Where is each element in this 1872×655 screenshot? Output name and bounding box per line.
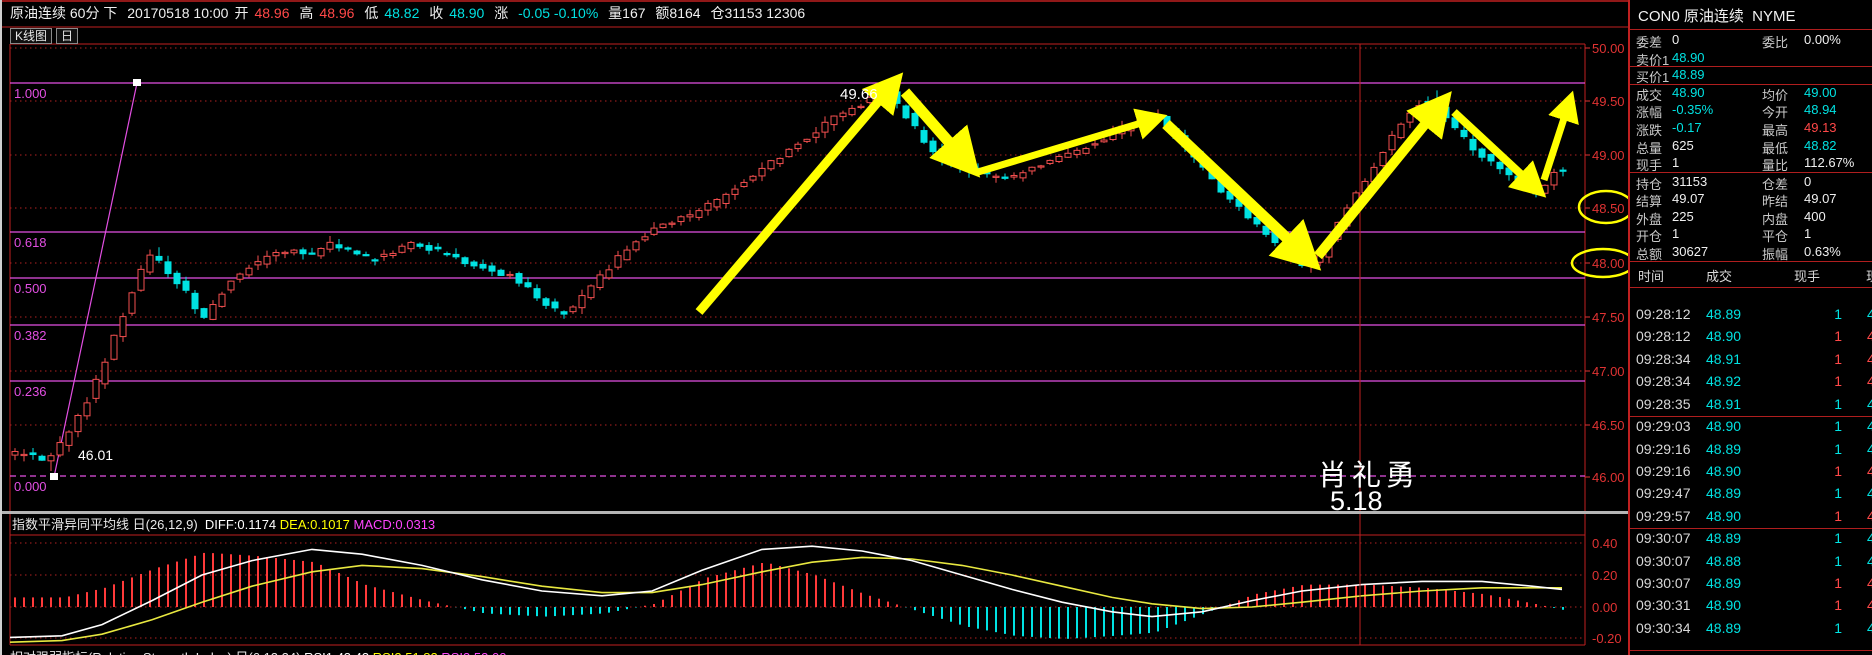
ts-row: 09:29:1648.9014: [1636, 463, 1872, 479]
ohlc-segment: 额8164: [655, 5, 705, 21]
chart-tab-row: K线图 日: [10, 28, 79, 44]
ohlc-segment: 20170518 10:00: [127, 5, 229, 21]
svg-text:47.50: 47.50: [1592, 310, 1625, 325]
svg-text:0.500: 0.500: [14, 281, 47, 296]
svg-text:50.00: 50.00: [1592, 41, 1625, 56]
quote-row: 现手 1 量比 112.67%: [1636, 155, 1855, 173]
svg-text:0.000: 0.000: [14, 479, 47, 494]
trading-terminal-window: 50.00 49.50 49.00 48.50 48.00 47.50 47.00 46.50…: [0, 0, 1872, 655]
quote-row: 卖价1 48.90: [1636, 50, 1705, 68]
panel-divider: [1630, 84, 1872, 85]
swing-low-label: 46.01: [78, 447, 114, 463]
ts-row: 09:30:0748.8814: [1636, 553, 1872, 569]
quote-row: 委差 0 委比 0.00%: [1636, 32, 1841, 50]
ts-header-col: 现: [1866, 266, 1872, 285]
svg-text:46.00: 46.00: [1592, 470, 1625, 485]
ts-group-divider: [1630, 650, 1872, 651]
ohlc-segment: 收: [429, 5, 444, 21]
svg-text:46.50: 46.50: [1592, 418, 1625, 433]
ohlc-segment: 48.96: [254, 5, 294, 21]
macd-title-segment: MACD:0.0313: [353, 517, 436, 532]
ts-row: 09:30:0748.8914: [1636, 575, 1872, 591]
ohlc-segment: 原油连续 60分 下: [10, 5, 122, 21]
quote-row: 总量 625 最低 48.82: [1636, 138, 1837, 156]
svg-text:49.00: 49.00: [1592, 148, 1625, 163]
ohlc-segment: 低: [364, 5, 379, 21]
rsi-title-segment: RSI2:51.82: [373, 650, 442, 655]
quote-row: 结算 49.07 昨结 49.07: [1636, 191, 1837, 209]
kline-tab[interactable]: K线图: [10, 28, 53, 44]
kline-macd-chart[interactable]: 50.00 49.50 49.00 48.50 48.00 47.50 47.00 46.50…: [2, 0, 1872, 655]
svg-text:0.40: 0.40: [1592, 536, 1617, 551]
macd-title-segment: DIFF:0.1174: [204, 517, 280, 532]
macd-indicator-title: 指数平滑异同平均线 日(26,12,9) DIFF:0.1174 DEA:0.1…: [12, 514, 435, 532]
svg-text:1.000: 1.000: [14, 86, 47, 101]
quote-row: 成交 48.90 均价 49.00: [1636, 85, 1837, 103]
svg-text:48.00: 48.00: [1592, 256, 1625, 271]
macd-title-segment: 指数平滑异同平均线 日(26,12,9): [12, 517, 205, 532]
quote-row: 总额 30627 振幅 0.63%: [1636, 244, 1841, 262]
swing-high-label: 49.66: [840, 86, 878, 103]
svg-text:47.00: 47.00: [1592, 364, 1625, 379]
period-tab-daily[interactable]: 日: [56, 28, 79, 44]
ts-row: 09:30:0748.8914: [1636, 530, 1872, 546]
ts-group-divider: [1630, 416, 1872, 417]
ohlc-segment: -0.05 -0.10%: [518, 5, 603, 21]
ts-row: 09:28:3548.9114: [1636, 396, 1872, 412]
quote-panel: CON0 原油连续 NYME 委差 0 委比 0.00% 卖价1 48.90 买价1 48.8…: [1628, 0, 1872, 655]
svg-text:0.20: 0.20: [1592, 568, 1617, 583]
ts-row: 09:28:3448.9114: [1636, 351, 1872, 367]
panel-divider: [1630, 172, 1872, 173]
panel-divider: [1630, 66, 1872, 67]
macd-title-segment: DEA:0.1017: [279, 517, 354, 532]
panel-divider: [1630, 29, 1872, 30]
panel-divider: [1630, 287, 1872, 288]
ts-header-col: 现手: [1794, 269, 1821, 284]
rsi-title-segment: RSI1:43.43: [304, 650, 373, 655]
ts-group-divider: [1630, 528, 1872, 529]
rsi-indicator-title: 相对强弱指标(Relative Strength Index) 日(6,12,2…: [10, 647, 506, 655]
svg-text:49.50: 49.50: [1592, 94, 1625, 109]
ohlc-segment: 高: [299, 5, 314, 21]
ts-row: 09:29:5748.9014: [1636, 508, 1872, 524]
ts-row: 09:28:1248.8914: [1636, 306, 1872, 322]
rsi-indicator-strip: 相对强弱指标(Relative Strength Index) 日(6,12,2…: [2, 647, 1628, 655]
quote-row: 买价1 48.89: [1636, 67, 1705, 85]
svg-text:-0.20: -0.20: [1592, 631, 1622, 646]
ohlc-status-bar: 原油连续 60分 下 20170518 10:00 开 48.96 高 48.96 低…: [2, 0, 1636, 26]
rsi-title-segment: RSI3:53.00: [441, 650, 506, 655]
quote-row: 持仓 31153 仓差 0: [1636, 174, 1812, 192]
ohlc-segment: 48.96: [319, 5, 359, 21]
ts-row: 09:28:3448.9214: [1636, 373, 1872, 389]
ohlc-segment: 48.82: [384, 5, 424, 21]
ohlc-segment: 仓31153 12306: [710, 5, 806, 21]
ohlc-segment: 48.90: [449, 5, 489, 21]
ohlc-segment: 涨: [494, 5, 513, 21]
svg-text:0.00: 0.00: [1592, 600, 1617, 615]
ts-row: 09:29:4748.8914: [1636, 485, 1872, 501]
contract-title: CON0 原油连续 NYME: [1638, 8, 1796, 25]
rsi-title-segment: 相对强弱指标(Relative Strength Index) 日(6,12,2…: [10, 650, 304, 655]
quote-row: 外盘 225 内盘 400: [1636, 209, 1826, 227]
svg-text:0.236: 0.236: [14, 384, 47, 399]
quote-row: 涨跌 -0.17 最高 49.13: [1636, 120, 1837, 138]
svg-text:0.618: 0.618: [14, 235, 47, 250]
ohlc-segment: 量167: [608, 5, 650, 21]
ts-row: 09:30:3448.8914: [1636, 620, 1872, 636]
ohlc-segment: 开: [234, 5, 249, 21]
ts-row: 09:29:0348.9014: [1636, 418, 1872, 434]
ts-row: 09:28:1248.9014: [1636, 328, 1872, 344]
quote-row: 开仓 1 平仓 1: [1636, 226, 1812, 244]
quote-row: 涨幅 -0.35% 今开 48.94: [1636, 102, 1837, 120]
panel-divider: [1630, 261, 1872, 262]
svg-text:0.382: 0.382: [14, 328, 47, 343]
ts-row: 09:30:3148.9014: [1636, 597, 1872, 613]
ts-row: 09:29:1648.8914: [1636, 441, 1872, 457]
svg-text:48.50: 48.50: [1592, 201, 1625, 216]
